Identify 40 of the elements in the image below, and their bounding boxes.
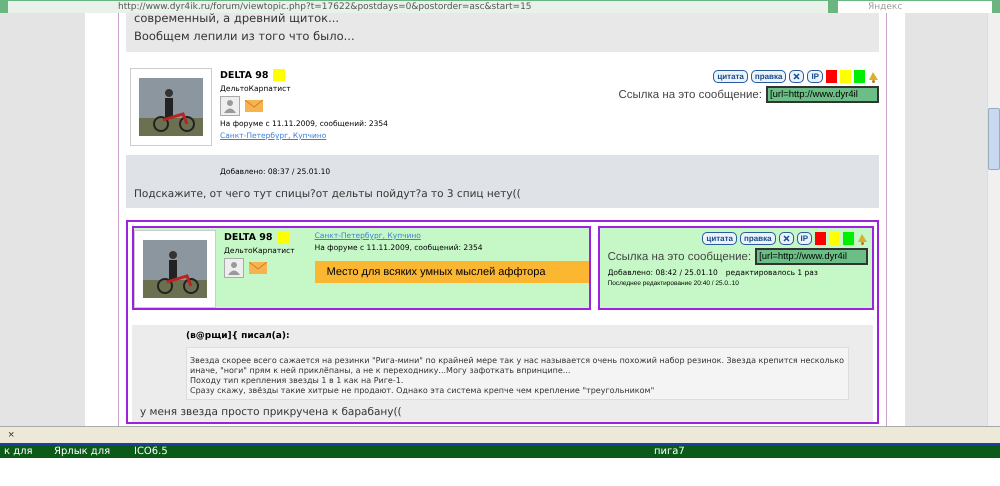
post-text-line: Вообщем лепили из того что было... — [134, 28, 356, 45]
bell-icon[interactable] — [857, 232, 868, 244]
link-field[interactable]: [url=http://www.dyr4il — [755, 248, 868, 265]
taskbar-item[interactable]: Ярлык для — [50, 445, 130, 458]
close-icon — [793, 73, 800, 80]
taskbar-item[interactable]: к для — [0, 445, 50, 458]
envelope-icon[interactable] — [249, 262, 267, 274]
taskbar-item[interactable]: ICO6.5 — [130, 445, 650, 458]
post-message: у меня звезда просто прикручена к барабану(( — [140, 406, 403, 418]
edit-button[interactable]: правка — [750, 70, 786, 83]
rating-square[interactable] — [815, 232, 826, 245]
scrollbar-thumb[interactable] — [988, 108, 1000, 170]
scrollbar[interactable] — [987, 13, 1000, 426]
post-text-line: современный, а древний щиток... — [134, 13, 340, 27]
ip-button[interactable]: IP — [807, 70, 823, 83]
author-note: Место для всяких умных мыслей аффтора — [314, 261, 589, 283]
profile-icon[interactable] — [224, 258, 244, 278]
ip-button[interactable]: IP — [796, 232, 812, 245]
avatar-photo — [143, 240, 207, 298]
quote-block: Звезда скорее всего сажается на резинки "Рига-мини" по крайней мере так у нас называется очень похожий набор резинок. Звезда крепится несколько иначе, "ноги" прям к ней приклёпаны, а не к переходнику...Могу зафоткать впринципе... Походу тип крепления звезды 1 в 1 как на Риге-1. Сразу скажу, звёзды такие хитрые не продают. Однако эта система крепче чем крепление "треугольником" — [186, 347, 849, 400]
post-message: Подскажите, от чего тут спицы?от дельты пойдут?а то 3 спиц нету(( — [134, 188, 522, 200]
delete-button[interactable] — [778, 232, 794, 245]
quote-author: (в@рщи]{ писал(а): — [186, 331, 291, 341]
envelope-icon[interactable] — [245, 100, 263, 112]
link-label: Ссылка на это сообщение: — [618, 88, 762, 100]
quote-button[interactable]: цитата — [713, 70, 748, 83]
delete-button[interactable] — [789, 70, 804, 83]
quote-button[interactable]: цитата — [702, 232, 737, 245]
close-icon — [782, 235, 790, 242]
address-bar[interactable]: http://www.dyr4ik.ru/forum/viewtopic.php?t=17622&postdays=0&postorder=asc&start=15 — [8, 0, 828, 12]
author-name: DELTA 98 — [224, 232, 272, 242]
close-button[interactable]: × — [8, 429, 14, 441]
bell-icon[interactable] — [868, 70, 879, 82]
link-label: Ссылка на это сообщение: — [608, 250, 752, 262]
edit-button[interactable]: правка — [740, 232, 776, 245]
avatar-photo — [139, 78, 203, 136]
author-name: DELTA 98 — [220, 70, 268, 80]
link-field[interactable]: [url=http://www.dyr4il — [766, 86, 879, 103]
taskbar-item[interactable]: пига7 — [650, 445, 850, 458]
profile-icon[interactable] — [220, 96, 240, 116]
